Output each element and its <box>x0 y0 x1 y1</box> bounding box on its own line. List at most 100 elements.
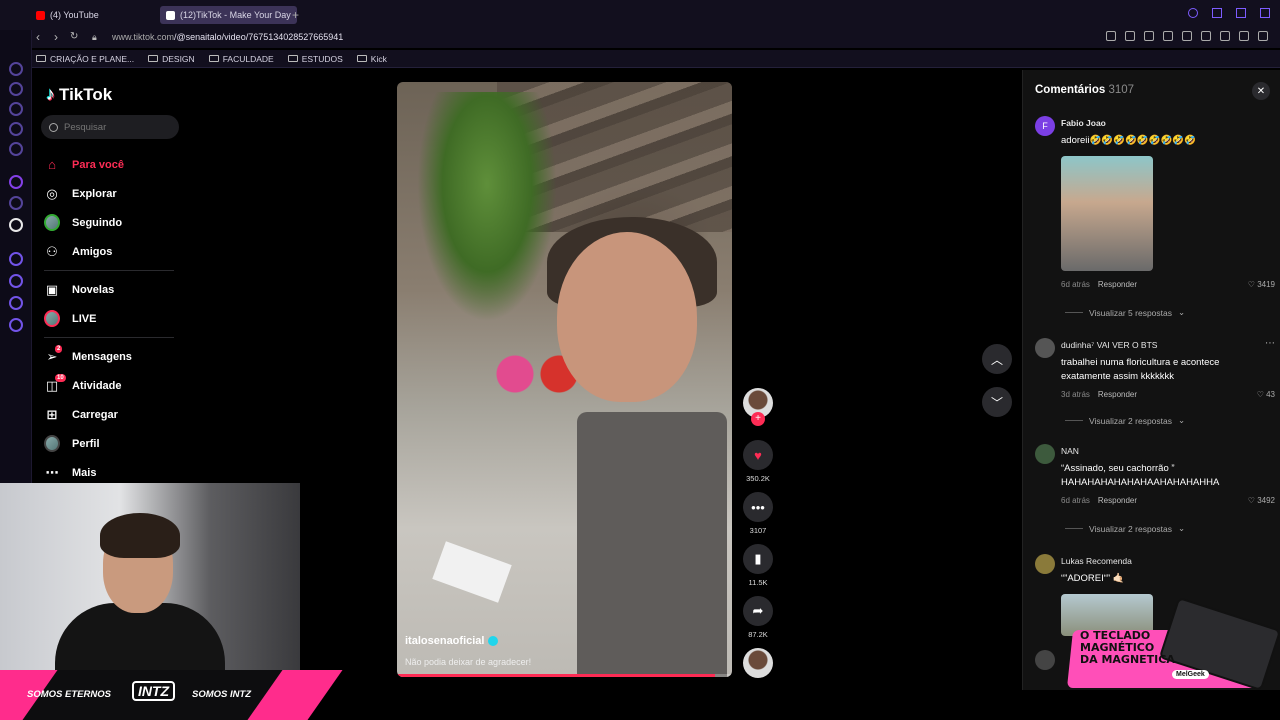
nav-label: Para você <box>72 158 124 171</box>
play-icon[interactable] <box>1182 31 1192 41</box>
save-button[interactable]: ▮ 11.5K <box>740 544 776 596</box>
bookmark-label: ESTUDOS <box>301 53 343 64</box>
ad-brand-logo: MelGeek <box>1172 670 1209 679</box>
like-button[interactable]: ♥ 350.2K <box>740 440 776 492</box>
maximize-icon[interactable] <box>1236 8 1246 18</box>
avatar[interactable] <box>1035 444 1055 464</box>
back-icon[interactable]: ‹ <box>36 30 40 44</box>
sidebar-icon[interactable] <box>9 252 23 266</box>
reply-button[interactable]: Responder <box>1098 390 1137 399</box>
nav-item-atividade[interactable]: ◫ 10 Atividade <box>44 371 174 400</box>
bookmark-folder[interactable]: CRIAÇÃO E PLANE... <box>36 54 134 64</box>
reload-icon[interactable]: ↻ <box>70 31 78 42</box>
sidebar-icon[interactable] <box>9 62 23 76</box>
bookmark-folder[interactable]: DESIGN <box>148 54 195 64</box>
intz-logo: INTZ <box>132 681 176 701</box>
forward-icon[interactable]: › <box>54 30 58 44</box>
avatar[interactable] <box>1035 650 1055 670</box>
comment-sticker-image[interactable] <box>1061 156 1153 271</box>
minimize-icon[interactable] <box>1212 8 1222 18</box>
verified-icon <box>488 636 499 646</box>
tab-tiktok[interactable]: (12)TikTok - Make Your Day <box>160 6 297 24</box>
tab-label: (12)TikTok - Make Your Day <box>180 10 291 20</box>
view-replies-button[interactable]: Visualizar 2 respostas ⌄ <box>1065 415 1185 426</box>
shield-icon[interactable] <box>1144 31 1154 41</box>
tiktok-logo[interactable]: ♪ TikTok <box>46 84 112 105</box>
comment-username[interactable]: NAN <box>1061 446 1079 456</box>
bookmark-icon[interactable] <box>1106 31 1116 41</box>
friends-icon: ⚇ <box>46 243 58 259</box>
menu-icon[interactable] <box>1258 31 1268 41</box>
video-progress-bar[interactable] <box>397 674 732 677</box>
comment-like-button[interactable]: ♡ 3492 <box>1248 496 1275 505</box>
streamer-webcam <box>0 483 300 670</box>
comment-username[interactable]: Lukas Recomenda <box>1061 556 1132 566</box>
nav-item-explorar[interactable]: ◎ Explorar <box>44 179 174 208</box>
settings-icon[interactable] <box>9 318 23 332</box>
share-button[interactable]: ➦ 87.2K <box>740 596 776 648</box>
video-author[interactable]: italosenaoficial <box>405 635 499 647</box>
overlay-right-text: SOMOS INTZ <box>192 689 252 700</box>
sidebar-icon[interactable] <box>9 102 23 116</box>
nav-item-amigos[interactable]: ⚇ Amigos <box>44 237 174 266</box>
comment-like-button[interactable]: ♡ 43 <box>1257 390 1275 399</box>
tab-youtube[interactable]: (4) YouTube <box>30 6 105 24</box>
creator-avatar-button[interactable]: + <box>740 388 776 440</box>
nav-item-perfil[interactable]: Perfil <box>44 429 174 458</box>
sidebar-icon[interactable] <box>9 196 23 210</box>
comment-username[interactable]: dudinha⁷ VAI VER O BTS <box>1061 340 1157 350</box>
close-window-icon[interactable] <box>1260 8 1270 18</box>
nav-item-carregar[interactable]: ⊞ Carregar <box>44 400 174 429</box>
search-input[interactable] <box>64 121 164 133</box>
tab-bar: (4) YouTube (12)TikTok - Make Your Day + <box>0 0 1280 30</box>
comments-count: 3107 <box>1108 84 1135 96</box>
avatar[interactable] <box>1035 554 1055 574</box>
chevron-down-icon: ﹀ <box>990 395 1003 410</box>
new-tab-button[interactable]: + <box>286 6 305 24</box>
translate-icon[interactable] <box>1163 31 1173 41</box>
twitch-icon[interactable] <box>9 175 23 189</box>
account-icon[interactable] <box>1220 31 1230 41</box>
bookmark-folder[interactable]: Kick <box>356 54 387 64</box>
comment-button[interactable]: ••• 3107 <box>740 492 776 544</box>
bookmark-folder[interactable]: FACULDADE <box>208 54 274 64</box>
previous-video-button[interactable]: ︿ <box>982 344 1012 374</box>
nav-label: Perfil <box>72 437 100 450</box>
nav-item-seguindo[interactable]: Seguindo <box>44 208 174 237</box>
sidebar-icon[interactable] <box>9 296 23 310</box>
search-tabs-icon[interactable] <box>1188 8 1198 18</box>
view-replies-button[interactable]: Visualizar 2 respostas ⌄ <box>1065 523 1185 534</box>
video-player[interactable]: italosenaoficial Não podia deixar de agr… <box>397 82 732 677</box>
nav-item-para-voce[interactable]: ⌂ Para você <box>44 150 174 179</box>
overlay-left-text: SOMOS ETERNOS <box>27 689 111 700</box>
download-icon[interactable] <box>1239 31 1249 41</box>
heart-icon[interactable] <box>1201 31 1211 41</box>
music-disc-button[interactable] <box>740 648 776 700</box>
sidebar-icon[interactable] <box>9 142 23 156</box>
reply-button[interactable]: Responder <box>1098 496 1137 505</box>
view-replies-button[interactable]: Visualizar 5 respostas ⌄ <box>1065 307 1185 318</box>
reply-button[interactable]: Responder <box>1098 280 1137 289</box>
nav-item-mensagens[interactable]: ➢ 2 Mensagens <box>44 342 174 371</box>
nav-item-live[interactable]: LIVE <box>44 304 174 333</box>
more-options-icon[interactable]: ⋯ <box>1265 338 1275 349</box>
comment-item: dudinha⁷ VAI VER O BTS ⋯ trabalhei numa … <box>1035 338 1275 428</box>
history-icon[interactable] <box>9 274 23 288</box>
screenshot-icon[interactable] <box>1125 31 1135 41</box>
next-video-button[interactable]: ﹀ <box>982 387 1012 417</box>
comment-username[interactable]: Fabio Joao <box>1061 118 1106 128</box>
avatar[interactable]: F <box>1035 116 1055 136</box>
nav-item-novelas[interactable]: ▣ Novelas <box>44 275 174 304</box>
nav-label: Atividade <box>72 379 122 392</box>
close-comments-button[interactable]: ✕ <box>1252 82 1270 100</box>
comment-like-button[interactable]: ♡ 3419 <box>1248 280 1275 289</box>
bookmark-folder[interactable]: ESTUDOS <box>287 53 343 64</box>
x-icon[interactable] <box>9 218 23 232</box>
follow-plus-icon[interactable]: + <box>751 412 765 426</box>
sidebar-icon[interactable] <box>9 122 23 136</box>
url-field[interactable]: www.tiktok.com/@senaitalo/video/76751340… <box>112 32 343 42</box>
sidebar-icon[interactable] <box>9 82 23 96</box>
comment-text: adoreii🤣🤣🤣🤣🤣🤣🤣🤣🤣 <box>1061 135 1196 146</box>
search-box[interactable] <box>41 115 179 139</box>
avatar[interactable] <box>1035 338 1055 358</box>
